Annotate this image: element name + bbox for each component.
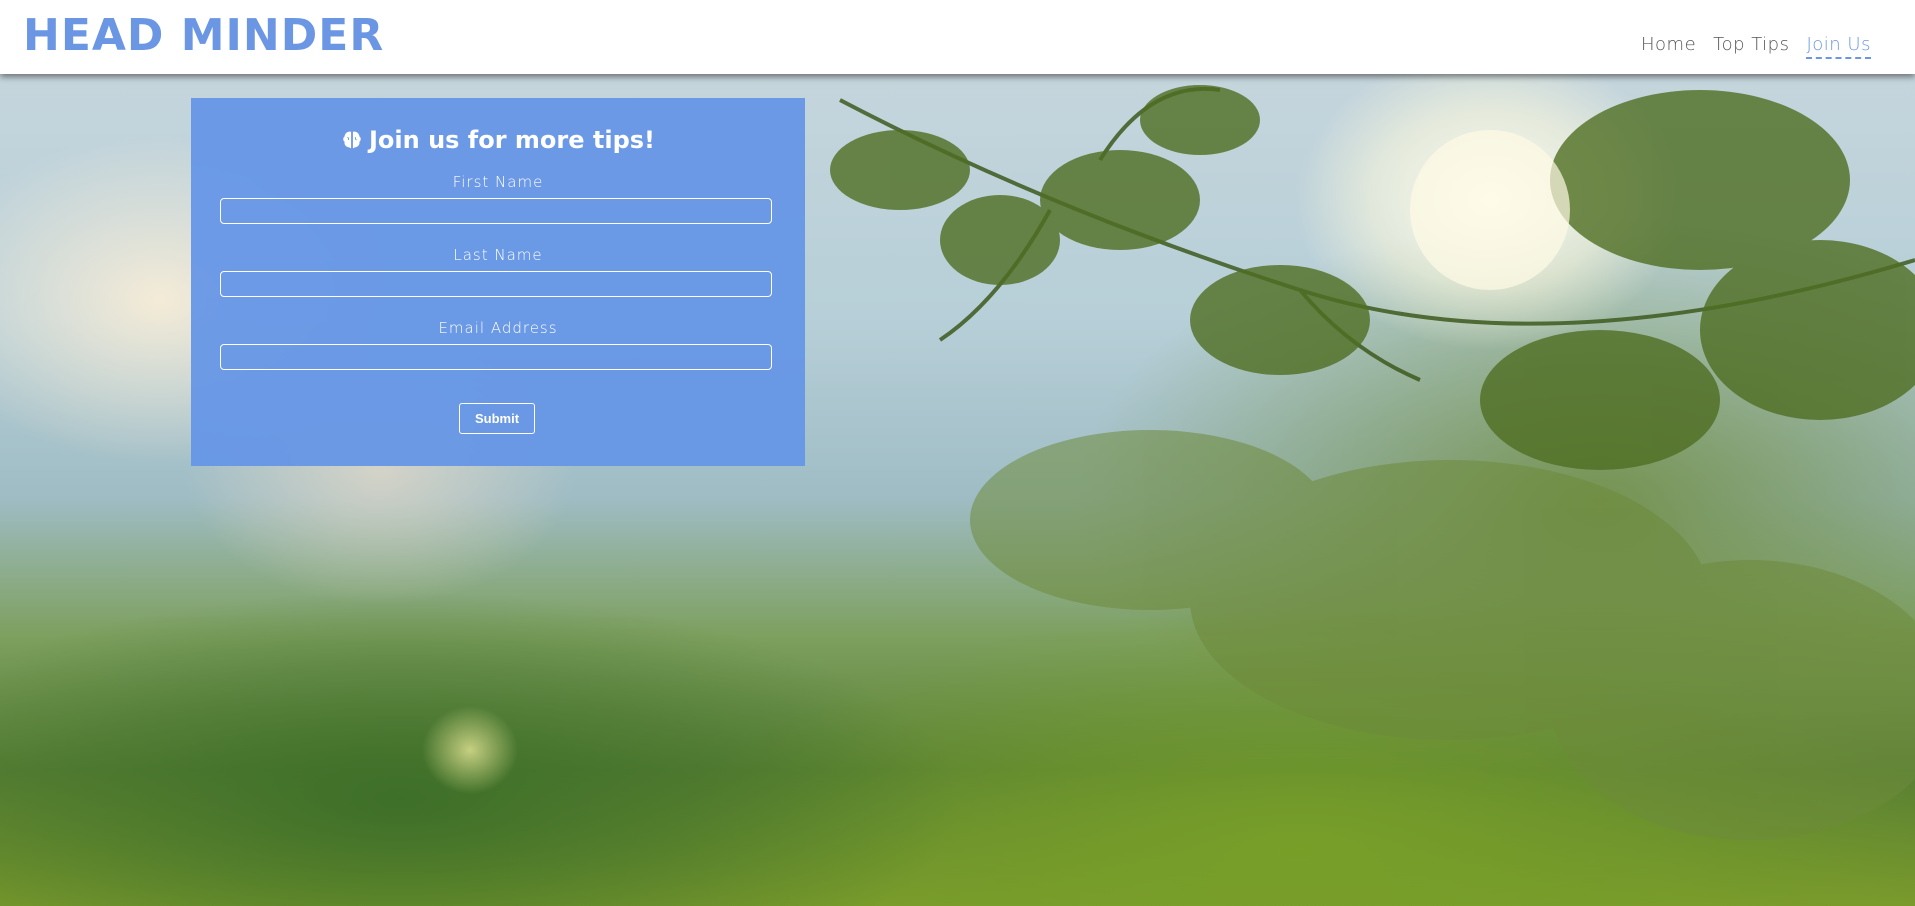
submit-button[interactable]: Submit <box>459 403 535 434</box>
first-name-label: First Name <box>452 173 544 191</box>
first-name-input[interactable] <box>220 198 772 224</box>
page: HEAD MINDER Home Top Tips Join Us Join u… <box>0 0 1915 906</box>
brand-logo[interactable]: HEAD MINDER <box>23 8 384 64</box>
form-title: Join us for more tips! <box>368 126 655 154</box>
last-name-label: Last Name <box>453 246 543 264</box>
form-heading: Join us for more tips! <box>191 125 805 155</box>
email-input[interactable] <box>220 344 772 370</box>
brain-icon <box>343 131 361 149</box>
site-header: HEAD MINDER Home Top Tips Join Us <box>0 0 1915 74</box>
main-nav: Home Top Tips Join Us <box>1641 34 1871 59</box>
nav-join-us[interactable]: Join Us <box>1806 34 1871 59</box>
nav-home[interactable]: Home <box>1641 34 1696 59</box>
last-name-input[interactable] <box>220 271 772 297</box>
email-label: Email Address <box>438 319 558 337</box>
join-form-card: Join us for more tips! First Name Last N… <box>191 98 805 466</box>
nav-top-tips[interactable]: Top Tips <box>1713 34 1789 59</box>
